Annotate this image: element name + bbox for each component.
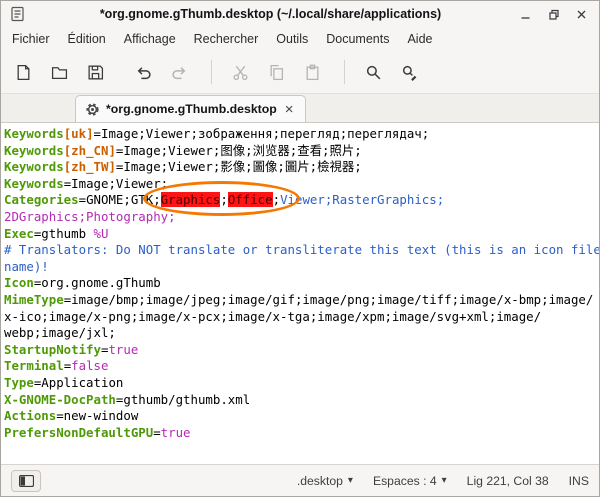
menu-aide[interactable]: Aide	[398, 29, 441, 49]
side-panel-toggle-icon[interactable]	[11, 470, 41, 492]
menu-rechercher[interactable]: Rechercher	[185, 29, 268, 49]
tab-close-icon[interactable]: ×	[283, 102, 296, 117]
tab-width-selector[interactable]: Espaces : 4 ▾	[373, 474, 447, 488]
menubar: Fichier Édition Affichage Rechercher Out…	[1, 27, 599, 51]
paste-icon	[296, 57, 328, 87]
editor-line: Keywords=Image;Viewer;	[4, 176, 599, 193]
search-replace-icon[interactable]	[393, 57, 425, 87]
insert-mode-toggle[interactable]: INS	[569, 474, 589, 488]
open-folder-icon[interactable]	[43, 57, 75, 87]
save-icon[interactable]	[79, 57, 111, 87]
titlebar: *org.gnome.gThumb.desktop (~/.local/shar…	[1, 1, 599, 27]
chevron-down-icon: ▾	[348, 475, 353, 486]
chevron-down-icon: ▾	[442, 475, 447, 486]
editor-line: Keywords[zh_TW]=Image;Viewer;影像;圖像;圖片;檢視…	[4, 159, 599, 176]
statusbar: .desktop ▾ Espaces : 4 ▾ Lig 221, Col 38…	[1, 464, 599, 496]
editor-line: Actions=new-window	[4, 408, 599, 425]
toolbar-separator	[344, 60, 345, 84]
tab-strip: *org.gnome.gThumb.desktop ×	[1, 93, 599, 123]
window-controls	[515, 4, 591, 24]
editor-line: X-GNOME-DocPath=gthumb/gthumb.xml	[4, 392, 599, 409]
editor-lines: Keywords[uk]=Image;Viewer;зображення;пер…	[4, 126, 599, 441]
app-document-icon[interactable]	[10, 6, 26, 22]
editor-line: MimeType=image/bmp;image/jpeg;image/gif;…	[4, 292, 599, 309]
editor-line: x-ico;image/x-png;image/x-pcx;image/x-tg…	[4, 309, 599, 326]
tab-desktop-file[interactable]: *org.gnome.gThumb.desktop ×	[75, 95, 306, 122]
menu-documents[interactable]: Documents	[317, 29, 398, 49]
copy-icon	[260, 57, 292, 87]
menu-edition[interactable]: Édition	[59, 29, 115, 49]
editor-line: Terminal=false	[4, 358, 599, 375]
tab-label: *org.gnome.gThumb.desktop	[106, 102, 277, 116]
toolbar	[1, 51, 599, 93]
undo-icon[interactable]	[127, 57, 159, 87]
editor-line: name)!	[4, 259, 599, 276]
gedit-window: *org.gnome.gThumb.desktop (~/.local/shar…	[0, 0, 600, 497]
gear-icon	[85, 102, 100, 117]
menu-affichage[interactable]: Affichage	[115, 29, 185, 49]
editor-line: Keywords[uk]=Image;Viewer;зображення;пер…	[4, 126, 599, 143]
menu-fichier[interactable]: Fichier	[3, 29, 59, 49]
menu-outils[interactable]: Outils	[267, 29, 317, 49]
editor-line: webp;image/jxl;	[4, 325, 599, 342]
editor-line: Type=Application	[4, 375, 599, 392]
editor-line: Exec=gthumb %U	[4, 226, 599, 243]
redo-icon	[163, 57, 195, 87]
editor-text-area[interactable]: Keywords[uk]=Image;Viewer;зображення;пер…	[1, 123, 599, 464]
editor-line: 2DGraphics;Photography;	[4, 209, 599, 226]
minimize-icon[interactable]	[515, 4, 535, 24]
cut-icon	[224, 57, 256, 87]
cursor-position: Lig 221, Col 38	[467, 474, 549, 488]
search-icon[interactable]	[357, 57, 389, 87]
editor-line: PrefersNonDefaultGPU=true	[4, 425, 599, 442]
window-title: *org.gnome.gThumb.desktop (~/.local/shar…	[26, 7, 515, 21]
filetype-selector[interactable]: .desktop ▾	[297, 474, 353, 488]
editor-line: Keywords[zh_CN]=Image;Viewer;图像;浏览器;查看;照…	[4, 143, 599, 160]
editor-line: Categories=GNOME;GTK;Graphics;Office;Vie…	[4, 192, 599, 209]
editor-line: # Translators: Do NOT translate or trans…	[4, 242, 599, 259]
restore-icon[interactable]	[543, 4, 563, 24]
editor-line: StartupNotify=true	[4, 342, 599, 359]
editor-line: Icon=org.gnome.gThumb	[4, 275, 599, 292]
close-icon[interactable]	[571, 4, 591, 24]
toolbar-separator	[211, 60, 212, 84]
new-document-icon[interactable]	[7, 57, 39, 87]
